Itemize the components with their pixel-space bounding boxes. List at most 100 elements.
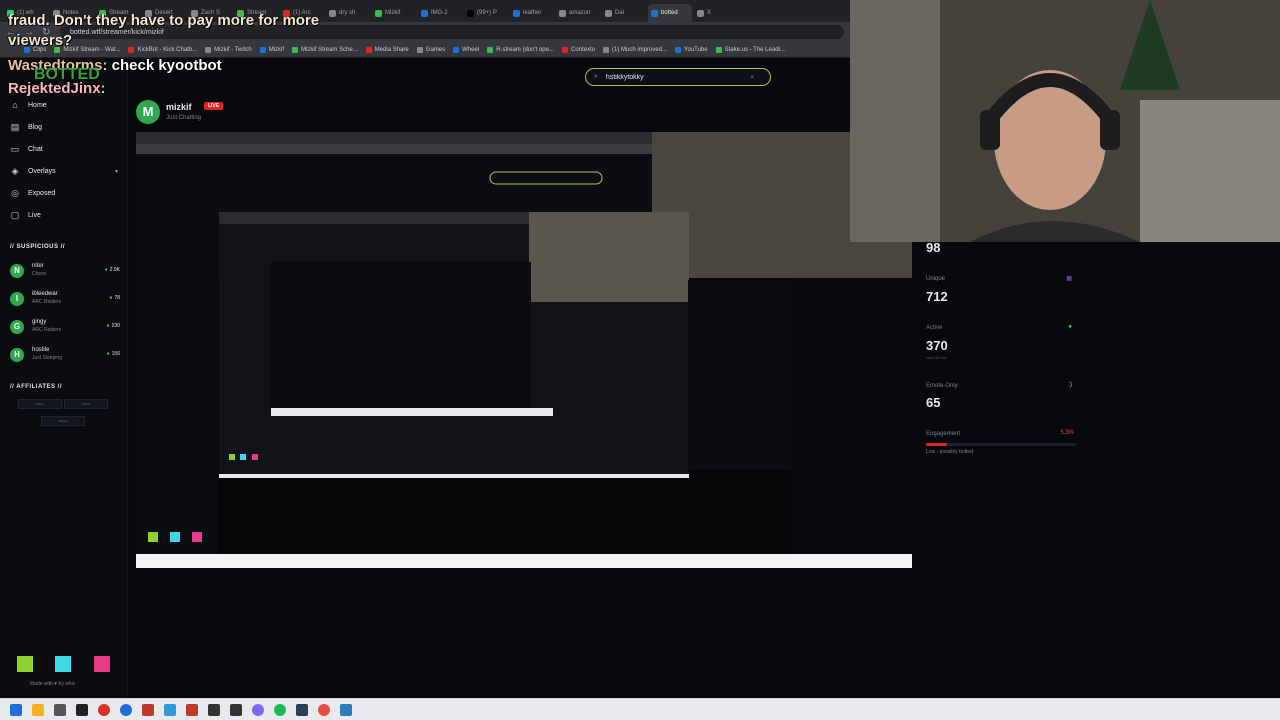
sidebar-item-label: Exposed [28, 189, 56, 197]
bookmark-item[interactable]: Games [416, 46, 446, 53]
app-icon[interactable] [252, 704, 264, 716]
app-icon[interactable] [318, 704, 330, 716]
file-explorer-icon[interactable] [32, 704, 44, 716]
bookmark-favicon-icon [603, 46, 609, 53]
sidebar-item-blog[interactable]: ▤ Blog [10, 122, 42, 132]
bookmark-item[interactable]: (1) Much improved... [603, 46, 667, 53]
stat-unique-value: 712 [926, 289, 948, 304]
tab-label: leather [523, 10, 542, 16]
bookmark-item[interactable]: Mizkif [259, 46, 284, 53]
bookmark-item[interactable]: KickBot - Kick Chatb... [128, 46, 197, 53]
bookmark-label: Mizkif Stream Sche... [301, 46, 358, 53]
bookmark-favicon-icon [205, 46, 212, 53]
bookmark-label: Games [425, 46, 446, 53]
browser-tab[interactable]: Dai [602, 4, 646, 22]
live-icon: ▢ [10, 210, 20, 220]
tab-label: IMG-2 [431, 10, 448, 16]
app-icon[interactable] [186, 704, 198, 716]
theme-swatch-pink[interactable] [94, 656, 110, 672]
search-input[interactable] [603, 72, 744, 82]
overlays-icon: ◈ [11, 166, 19, 176]
browser-tab[interactable]: IMG-2 [418, 4, 462, 22]
bookmark-item[interactable]: R-stream (don't ope... [487, 46, 554, 53]
sidebar-item-label: Blog [28, 123, 43, 131]
app-icon[interactable] [54, 704, 66, 716]
windows-taskbar [0, 698, 1280, 720]
spotify-icon[interactable] [274, 704, 286, 716]
bookmark-item[interactable]: Wheel [453, 46, 479, 53]
bookmark-item[interactable]: Contexto [561, 46, 595, 53]
chat-overlay-message: check kyootbot [111, 57, 222, 74]
theme-swatch-cyan[interactable] [55, 656, 71, 672]
browser-tab[interactable]: (99+) P [464, 4, 508, 22]
bookmark-item[interactable]: Mizkif - Twitch [205, 46, 252, 53]
bookmarks-bar: Clips Mizkif Stream - Wat... KickBot - Kic… [0, 42, 850, 58]
suspicious-name: niter [32, 263, 44, 269]
bookmark-item[interactable]: Mizkif Stream Sche... [292, 46, 358, 53]
app-icon[interactable] [120, 704, 132, 716]
suspicious-item[interactable]: N niter Chess 2.9K [10, 261, 120, 281]
tab-label: dry sh [339, 10, 356, 16]
tab-label: (99+) P [477, 10, 497, 16]
sidebar-item-home[interactable]: ⌂ Home [10, 100, 46, 110]
stat-emote-value: 65 [926, 395, 941, 410]
stat-active-sub: Last 30 min [926, 355, 947, 360]
sidebar: ⌂ Home ▤ Blog ▭ Chat ◈ Overlays ▾ ◎ Expo… [0, 58, 128, 698]
sidebar-item-chat[interactable]: ▭ Chat [10, 144, 43, 154]
app-icon[interactable] [76, 704, 88, 716]
theme-swatch-green[interactable] [17, 656, 33, 672]
sidebar-item-overlays[interactable]: ◈ Overlays ▾ [10, 166, 118, 176]
suspicious-name: gingy [32, 319, 47, 325]
suspicious-item[interactable]: I ibleedwar ARC Raiders 78 [10, 289, 120, 309]
app-icon[interactable] [142, 704, 154, 716]
avatar: M [136, 100, 160, 124]
viewer-count: 230 [107, 323, 120, 329]
blog-icon: ▤ [10, 122, 20, 132]
close-icon[interactable]: ✕ [750, 74, 755, 81]
windows-start-icon[interactable] [10, 704, 22, 716]
bookmark-item[interactable]: Stake.us - The Leadi... [715, 46, 785, 53]
bookmark-item[interactable]: YouTube [675, 46, 708, 53]
bookmark-favicon-icon [292, 46, 299, 53]
affiliate-link[interactable]: affiliate [64, 399, 108, 409]
affiliate-link[interactable]: affiliate [18, 399, 62, 409]
app-icon[interactable] [164, 704, 176, 716]
channel-name[interactable]: mizkif [166, 102, 192, 112]
sidebar-item-label: Live [28, 211, 41, 219]
viewer-count: 156 [107, 351, 120, 357]
app-icon[interactable] [296, 704, 308, 716]
tab-label: X [707, 10, 712, 16]
sidebar-item-live[interactable]: ▢ Live [10, 210, 41, 220]
app-icon[interactable] [340, 704, 352, 716]
suspicious-game: Chess [32, 271, 47, 277]
bookmark-favicon-icon [416, 46, 423, 53]
app-icon[interactable] [230, 704, 242, 716]
sidebar-item-exposed[interactable]: ◎ Exposed [10, 188, 55, 198]
browser-tab[interactable]: botted [648, 4, 692, 22]
stat-active-label: Active [926, 325, 943, 331]
browser-tab[interactable]: dry sh [326, 4, 370, 22]
stat-engagement-label: Engagement [926, 431, 961, 437]
chrome-icon[interactable] [98, 704, 110, 716]
smiley-icon: :) [1068, 382, 1072, 388]
search-bar[interactable]: ⌕ ✕ [585, 68, 771, 86]
bookmark-item[interactable]: Media Share [365, 46, 409, 53]
suspicious-item[interactable]: H hostile Just Sleeping 156 [10, 345, 120, 365]
bookmark-favicon-icon [128, 46, 135, 53]
browser-tab[interactable]: amazon [556, 4, 600, 22]
browser-tab[interactable]: Mizkif [372, 4, 416, 22]
tab-label: Mizkif [385, 10, 401, 16]
affiliate-link[interactable]: affiliate [41, 416, 85, 426]
bookmark-favicon-icon [561, 46, 568, 53]
home-icon: ⌂ [12, 100, 18, 110]
app-icon[interactable] [208, 704, 220, 716]
suspicious-item[interactable]: G gingy ARC Raiders 230 [10, 317, 120, 337]
browser-tab[interactable]: leather [510, 4, 554, 22]
avatar: H [10, 348, 24, 362]
stream-player[interactable] [136, 132, 912, 568]
browser-tab[interactable]: X [694, 4, 738, 22]
bookmark-favicon-icon [715, 46, 722, 53]
tab-favicon-icon [375, 9, 382, 17]
tab-favicon-icon [513, 9, 520, 17]
channel-category: Just Chatting [166, 115, 202, 121]
